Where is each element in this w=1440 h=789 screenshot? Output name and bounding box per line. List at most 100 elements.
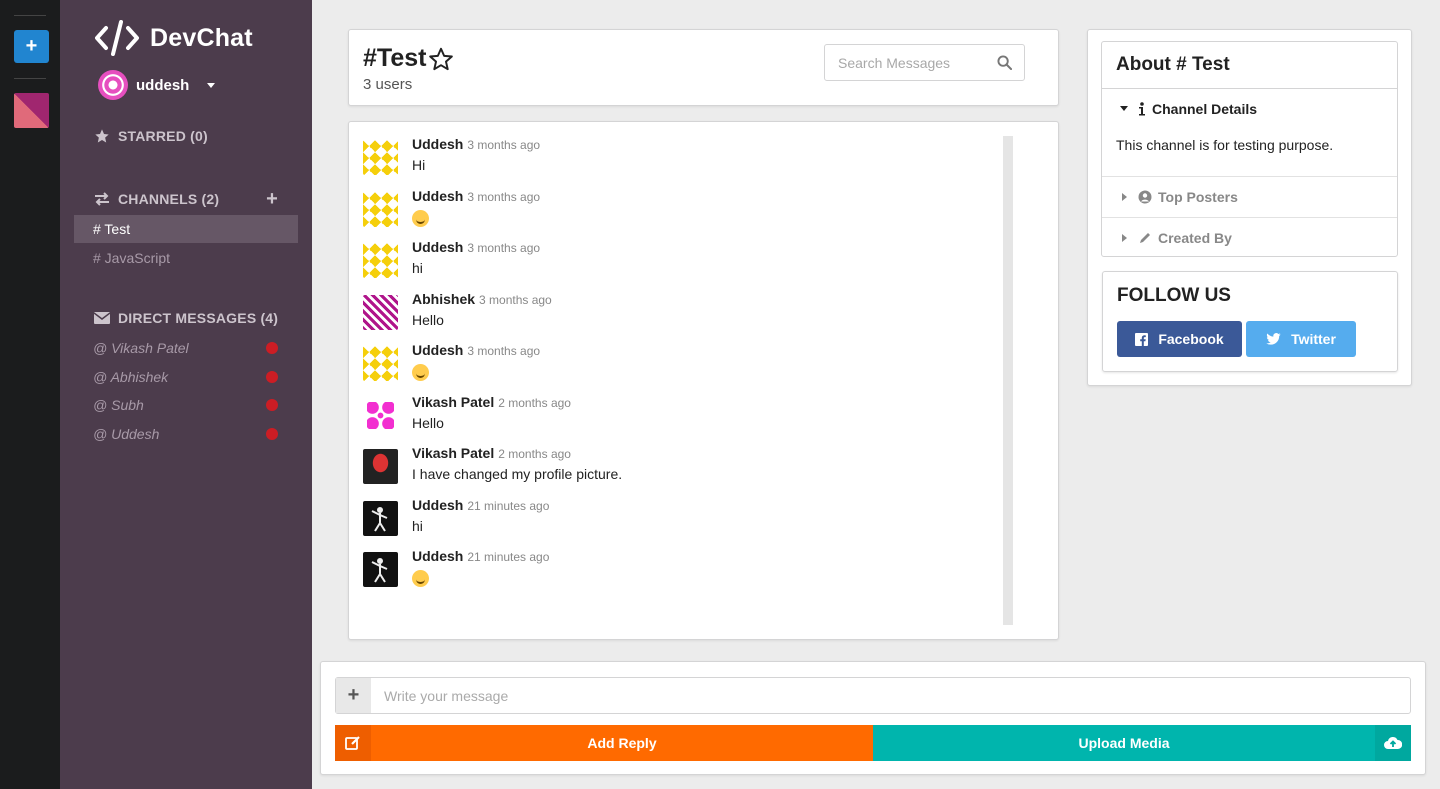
pencil-icon (1140, 233, 1150, 243)
message-author: Uddesh 21 minutes ago (412, 497, 549, 513)
cloud-upload-icon (1375, 725, 1411, 761)
author-name: Uddesh (412, 188, 464, 204)
avatar (363, 552, 398, 587)
star-outline-icon[interactable] (428, 46, 454, 72)
channel-details-toggle[interactable]: Channel Details (1102, 89, 1397, 129)
twitter-button[interactable]: Twitter (1246, 321, 1356, 357)
add-workspace-button[interactable]: + (14, 30, 49, 63)
caret-down-icon (1120, 106, 1128, 111)
avatar (363, 192, 398, 227)
author-name: Uddesh (412, 342, 464, 358)
message-text: Hi (412, 157, 426, 173)
author-name: Uddesh (412, 136, 464, 152)
channel-header: #Test 3 users (348, 29, 1059, 106)
facebook-button[interactable]: Facebook (1117, 321, 1242, 357)
message-input[interactable] (372, 678, 1402, 713)
user-menu[interactable]: uddesh (98, 70, 216, 100)
smiley-emoji-icon (412, 569, 429, 587)
dm-item-vikash-patel[interactable]: @ Vikash Patel (74, 334, 298, 362)
code-icon (94, 20, 140, 56)
upload-media-button[interactable]: Upload Media (873, 725, 1411, 761)
follow-us-section: FOLLOW US Facebook Twitter (1102, 271, 1398, 372)
search-icon[interactable] (997, 55, 1012, 70)
starred-label: STARRED (0) (118, 128, 208, 144)
dm-item-uddesh[interactable]: @ Uddesh (74, 420, 298, 448)
plus-icon[interactable]: + (336, 678, 371, 713)
twitter-icon (1266, 333, 1281, 345)
author-name: Abhishek (412, 291, 476, 307)
channel-details-label: Channel Details (1152, 101, 1258, 117)
avatar (363, 243, 398, 278)
message-author: Uddesh 3 months ago (412, 342, 540, 358)
search-box (824, 44, 1025, 81)
facebook-label: Facebook (1158, 331, 1224, 347)
channels-label: CHANNELS (2) (118, 191, 220, 207)
avatar (363, 346, 398, 381)
avatar (363, 140, 398, 175)
status-dot (266, 428, 278, 440)
avatar (363, 501, 398, 536)
author-name: Uddesh (412, 239, 464, 255)
message-time: 3 months ago (467, 138, 541, 152)
message-author: Uddesh 3 months ago (412, 239, 540, 255)
message-time: 2 months ago (498, 447, 571, 461)
message-time: 21 minutes ago (467, 499, 550, 513)
follow-us-title: FOLLOW US (1117, 285, 1231, 306)
author-name: Vikash Patel (412, 394, 495, 410)
channel-title: #Test (363, 44, 454, 73)
scrollbar[interactable] (1003, 136, 1013, 625)
channels-header: CHANNELS (2) + (94, 189, 278, 209)
status-dot (266, 399, 278, 411)
mail-icon (94, 312, 110, 324)
status-dot (266, 371, 278, 383)
dab-figure-icon (371, 558, 388, 583)
caret-right-icon (1122, 193, 1127, 201)
avatar (363, 449, 398, 484)
rail-divider (14, 78, 46, 79)
message-list: Uddesh 3 months ago Hi Uddesh 3 months ago… (348, 121, 1059, 640)
created-by-toggle[interactable]: Created By (1102, 217, 1397, 258)
top-posters-toggle[interactable]: Top Posters (1102, 176, 1397, 217)
avatar (363, 295, 398, 330)
edit-icon (335, 725, 371, 761)
upload-media-label: Upload Media (1078, 735, 1170, 751)
dm-label: @ Vikash Patel (93, 340, 189, 356)
message-text: hi (412, 260, 423, 276)
add-channel-button[interactable]: + (266, 189, 278, 209)
starred-header: STARRED (0) (94, 128, 208, 144)
rail-divider (14, 15, 46, 16)
message-time: 21 minutes ago (467, 550, 550, 564)
search-input[interactable] (825, 45, 985, 80)
exchange-icon (95, 192, 109, 206)
message-time: 3 months ago (467, 241, 541, 255)
dm-label: @ Uddesh (93, 426, 160, 442)
message-text: Hello (412, 312, 444, 328)
created-by-label: Created By (1158, 230, 1232, 246)
message-author: Uddesh 3 months ago (412, 188, 540, 204)
message-author: Vikash Patel 2 months ago (412, 445, 571, 461)
sidebar-item-test[interactable]: # Test (74, 215, 298, 243)
add-reply-button[interactable]: Add Reply (335, 725, 873, 761)
username: uddesh (136, 76, 190, 94)
caret-right-icon (1122, 234, 1127, 242)
dm-item-subh[interactable]: @ Subh (74, 391, 298, 419)
channel-user-count: 3 users (363, 76, 413, 93)
sidebar-item-javascript[interactable]: # JavaScript (74, 244, 298, 272)
user-circle-icon (1138, 190, 1152, 204)
sidebar: DevChat uddesh STARRED (0) CHANNELS (2) … (60, 0, 312, 789)
top-posters-label: Top Posters (1158, 189, 1238, 205)
message-text: Hello (412, 415, 444, 431)
message-time: 2 months ago (498, 396, 571, 410)
dm-label: @ Abhishek (93, 369, 169, 385)
direct-messages-header: DIRECT MESSAGES (4) (94, 310, 278, 326)
dm-item-abhishek[interactable]: @ Abhishek (74, 363, 298, 391)
color-theme-swatch[interactable] (14, 93, 49, 128)
star-icon (95, 129, 109, 143)
message-text (412, 209, 429, 227)
message-author: Uddesh 21 minutes ago (412, 548, 549, 564)
direct-messages-label: DIRECT MESSAGES (4) (118, 310, 279, 326)
author-name: Uddesh (412, 497, 464, 513)
about-title: About # Test (1102, 42, 1397, 89)
facebook-icon (1135, 332, 1149, 346)
author-name: Uddesh (412, 548, 464, 564)
